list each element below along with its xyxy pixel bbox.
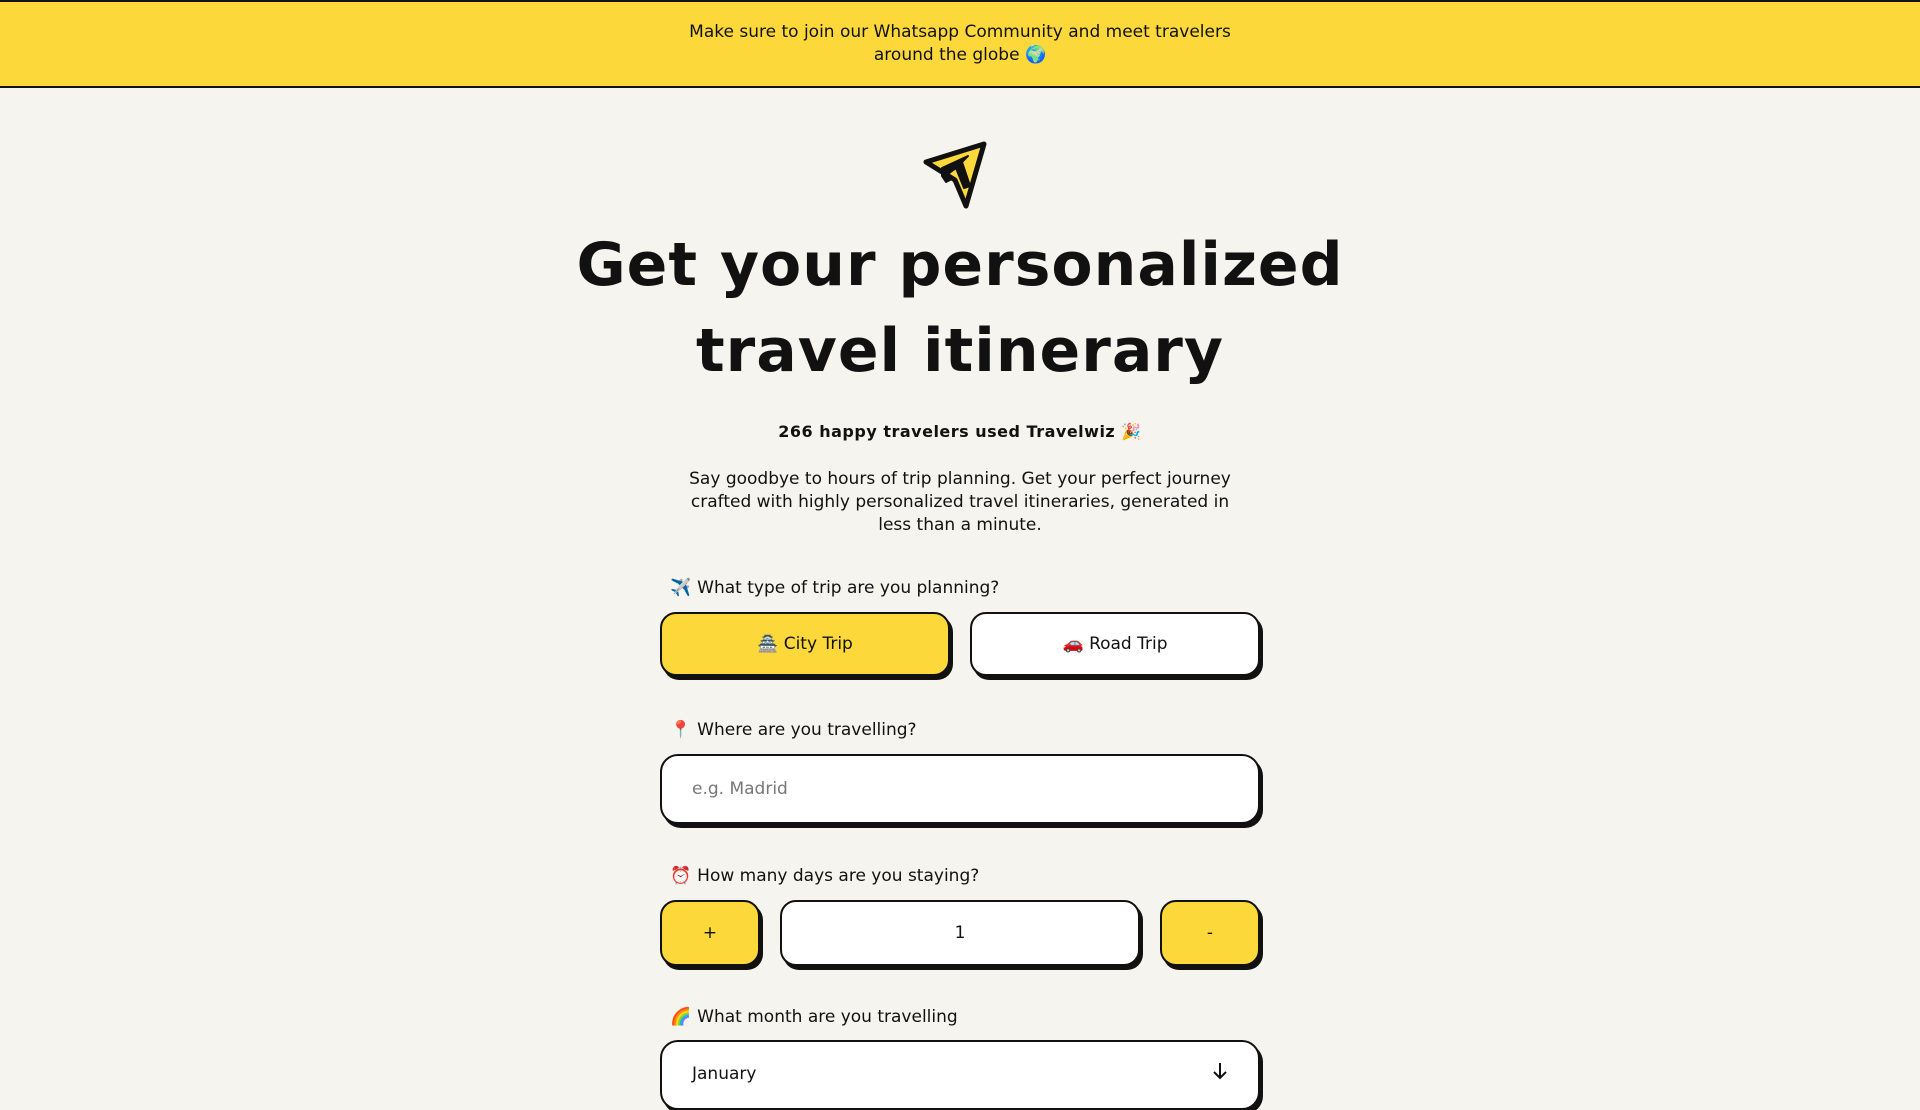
pin-icon: 📍 <box>670 720 692 740</box>
intro-text: Say goodbye to hours of trip planning. G… <box>689 469 1231 535</box>
days-label: ⏰ How many days are you staying? <box>670 866 979 886</box>
title-line-2: travel itinerary <box>695 316 1225 386</box>
car-icon: 🚗 <box>1062 634 1084 654</box>
title-line-1: Get your personalized <box>576 230 1344 300</box>
trip-type-label-text: What type of trip are you planning? <box>697 578 1000 598</box>
destination-label-text: Where are you travelling? <box>697 720 917 740</box>
airplane-icon: ✈️ <box>670 578 692 598</box>
city-trip-button[interactable]: 🏯 City Trip <box>660 612 950 676</box>
destination-input[interactable]: e.g. Madrid <box>660 754 1260 824</box>
destination-label: 📍 Where are you travelling? <box>670 720 917 740</box>
plus-label: + <box>702 923 718 943</box>
trip-type-label: ✈️ What type of trip are you planning? <box>670 578 999 598</box>
arrow-down-icon <box>1213 1063 1227 1080</box>
increase-days-button[interactable]: + <box>660 900 760 966</box>
road-trip-button[interactable]: 🚗 Road Trip <box>970 612 1260 676</box>
temple-icon: 🏯 <box>757 634 779 654</box>
minus-label: - <box>1206 923 1214 943</box>
city-trip-label: City Trip <box>783 634 853 654</box>
days-value: 1 <box>954 923 966 943</box>
rainbow-icon: 🌈 <box>670 1007 692 1027</box>
paper-plane-logo-icon <box>923 141 987 209</box>
decrease-days-button[interactable]: - <box>1160 900 1260 966</box>
road-trip-label: Road Trip <box>1089 634 1168 654</box>
month-select[interactable]: January <box>660 1040 1260 1110</box>
days-label-text: How many days are you staying? <box>697 866 980 886</box>
days-value-field[interactable]: 1 <box>780 900 1140 966</box>
alarm-clock-icon: ⏰ <box>670 866 692 886</box>
announcement-banner: Make sure to join our Whatsapp Community… <box>0 0 1920 88</box>
month-label: 🌈 What month are you travelling <box>670 1007 958 1027</box>
destination-placeholder: e.g. Madrid <box>692 779 788 799</box>
traveler-count: 266 happy travelers used Travelwiz 🎉 <box>778 422 1142 441</box>
month-selected-value: January <box>692 1064 757 1084</box>
page-title: Get your personalized travel itinerary <box>460 222 1460 394</box>
month-label-text: What month are you travelling <box>697 1007 958 1027</box>
banner-text: Make sure to join our Whatsapp Community… <box>689 22 1231 65</box>
